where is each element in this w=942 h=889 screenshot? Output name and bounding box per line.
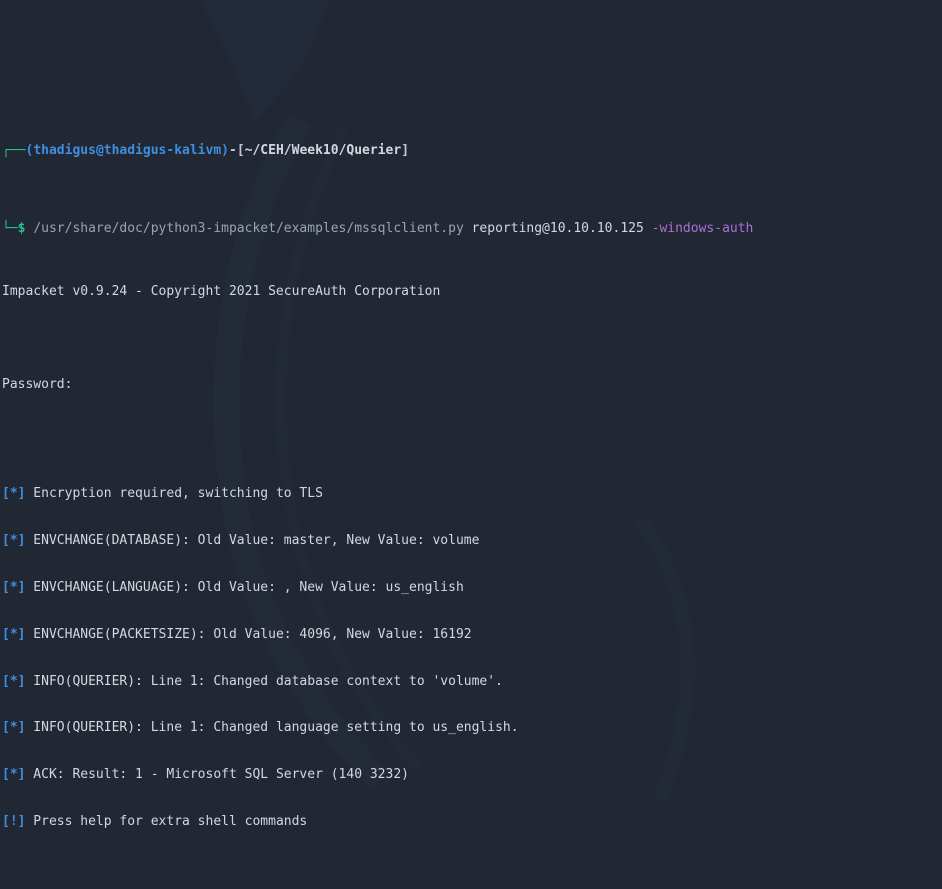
prompt-line-top: ┌──(thadigus@thadigus-kalivm)-[~/CEH/Wee…: [2, 143, 942, 159]
prompt-bracket-close: ]: [401, 143, 410, 159]
prompt-line-command: └─$ /usr/share/doc/python3-impacket/exam…: [2, 221, 942, 237]
log-line: [!] Press help for extra shell commands: [2, 814, 942, 830]
command-script-path: /usr/share/doc/python3-impacket/examples…: [33, 221, 464, 237]
prompt-corner-top: ┌──: [2, 143, 26, 159]
log-tag: [*]: [2, 533, 26, 549]
terminal-window[interactable]: ┌──(thadigus@thadigus-kalivm)-[~/CEH/Wee…: [0, 0, 942, 889]
log-text: Encryption required, switching to TLS: [25, 486, 323, 502]
log-text: ACK: Result: 1 - Microsoft SQL Server (1…: [25, 767, 409, 783]
log-text: ENVCHANGE(DATABASE): Old Value: master, …: [25, 533, 480, 549]
log-line: [*] ACK: Result: 1 - Microsoft SQL Serve…: [2, 767, 942, 783]
impacket-log-list: [*] Encryption required, switching to TL…: [2, 455, 942, 860]
log-tag: [*]: [2, 579, 26, 595]
prompt-paren-close: ): [221, 143, 229, 159]
log-line: [*] Encryption required, switching to TL…: [2, 486, 942, 502]
log-tag-warning: [!]: [2, 813, 26, 829]
log-text: ENVCHANGE(LANGUAGE): Old Value: , New Va…: [25, 579, 464, 595]
password-prompt: Password:: [2, 377, 73, 393]
prompt-bracket-open: [: [236, 143, 245, 159]
command-target: reporting@10.10.10.125: [471, 221, 644, 237]
prompt-cwd: ~/CEH/Week10/Querier: [244, 143, 402, 159]
log-tag: [*]: [2, 673, 26, 689]
log-line: [*] INFO(QUERIER): Line 1: Changed langu…: [2, 720, 942, 736]
log-line: [*] ENVCHANGE(DATABASE): Old Value: mast…: [2, 533, 942, 549]
log-line: [*] INFO(QUERIER): Line 1: Changed datab…: [2, 674, 942, 690]
prompt-user: thadigus: [33, 143, 96, 159]
log-tag: [*]: [2, 486, 26, 502]
prompt-host: thadigus-kalivm: [103, 143, 222, 159]
log-tag: [*]: [2, 720, 26, 736]
log-line: [*] ENVCHANGE(LANGUAGE): Old Value: , Ne…: [2, 580, 942, 596]
log-text: INFO(QUERIER): Line 1: Changed database …: [25, 673, 503, 689]
log-line: [*] ENVCHANGE(PACKETSIZE): Old Value: 40…: [2, 627, 942, 643]
log-text: INFO(QUERIER): Line 1: Changed language …: [25, 720, 519, 736]
prompt-dash: -: [229, 143, 237, 159]
log-text: ENVCHANGE(PACKETSIZE): Old Value: 4096, …: [25, 626, 472, 642]
impacket-banner: Impacket v0.9.24 - Copyright 2021 Secure…: [2, 283, 441, 299]
prompt-at-icon: @: [95, 143, 104, 159]
log-tag: [*]: [2, 626, 26, 642]
log-tag: [*]: [2, 767, 26, 783]
command-flag: -windows-auth: [651, 221, 754, 237]
log-text: Press help for extra shell commands: [25, 813, 308, 829]
prompt-corner-bottom: └─: [2, 221, 18, 237]
terminal-output: ┌──(thadigus@thadigus-kalivm)-[~/CEH/Wee…: [2, 81, 942, 889]
